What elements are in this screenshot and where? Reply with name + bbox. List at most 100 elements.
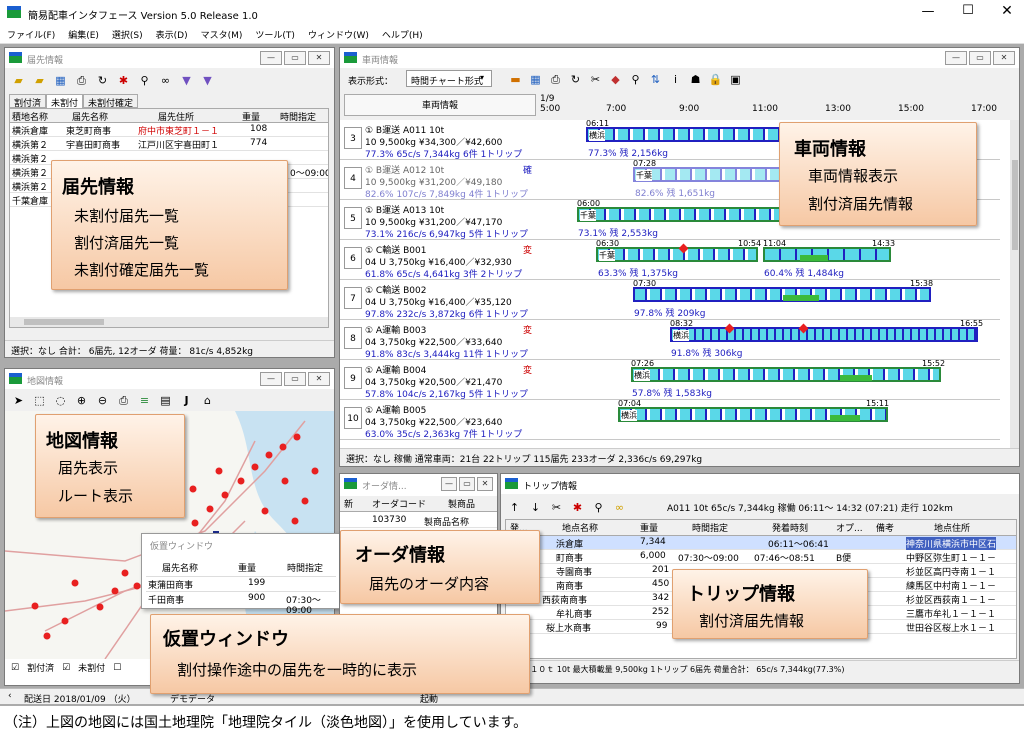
table-row[interactable]: 横浜第２ 宇喜田町商事 江戸川区宇喜田町１ 774 [10,137,328,151]
app-icon [7,6,21,18]
checkbox-other[interactable]: ☐ [113,663,121,673]
close-button[interactable]: ✕ [477,477,493,491]
scroll-left-icon[interactable]: ‹ [8,691,12,701]
menu-select[interactable]: 選択(S) [112,28,143,41]
menu-window[interactable]: ウィンドウ(W) [308,28,369,41]
truck-icon[interactable]: ▬ [508,72,523,87]
zoom-out-icon[interactable]: ⊖ [95,393,110,408]
vehicle-row[interactable]: 7 ① C輸送 B002 04 U 3,750kg ¥16,400／¥35,12… [340,279,1000,320]
menu-file[interactable]: ファイル(F) [7,28,55,41]
print-icon[interactable]: ⎙ [74,73,89,88]
print-icon[interactable]: ⎙ [548,72,563,87]
window-icon [344,52,357,63]
info-icon[interactable]: i [668,72,683,87]
callout-trip: トリップ情報 割付済届先情報 [672,569,868,639]
minimize-button[interactable]: — [945,51,967,65]
search-icon[interactable]: ⚲ [591,500,606,515]
status-date: 配送日 2018/01/09 （火） [24,695,136,705]
menu-help[interactable]: ヘルプ(H) [382,28,423,41]
trip-bar[interactable] [670,327,978,342]
table-icon[interactable]: ▦ [53,73,68,88]
checkbox-unassigned[interactable]: ☑ [62,663,70,673]
close-button[interactable]: ✕ [997,3,1017,19]
home-icon[interactable]: ⌂ [200,393,215,408]
close-button[interactable]: ✕ [308,372,330,386]
vehicle-row[interactable]: 10 ① A運輸 B005 04 3,750kg ¥22,500／¥23,640… [340,399,1000,440]
app-titlebar: 簡易配車インタフェース Version 5.0 Release 1.0 — ☐ … [0,0,1024,26]
time-axis: 5:00 7:00 9:00 11:00 13:00 15:00 17:00 [540,104,997,114]
window-title: 届先情報 [27,56,64,66]
tab-assigned[interactable]: 割付済 [9,94,47,109]
vehicle-row[interactable]: 9 ① A運輸 B004 04 3,750kg ¥20,500／¥21,470 … [340,359,1000,400]
minimize-button[interactable]: — [260,51,282,65]
close-button[interactable]: ✕ [993,51,1015,65]
save-icon[interactable]: ▣ [728,72,743,87]
assign-icon[interactable]: ✱ [570,500,585,515]
minimize-button[interactable]: — [260,372,282,386]
vehicle-header-button[interactable]: 車両情報 [344,94,536,116]
maximize-button[interactable]: ☐ [958,3,978,18]
filter-icon[interactable]: ▼ [179,73,194,88]
vertical-scrollbar[interactable] [1010,120,1019,448]
jump-icon[interactable]: J [179,393,194,408]
search-icon[interactable]: ⚲ [628,72,643,87]
map-checkboxes: ☑ 割付済 ☑ 未割付 ☐ [11,662,122,675]
close-button[interactable]: ✕ [308,51,330,65]
callout-vehicle: 車両情報 車両情報表示 割付済届先情報 [779,122,977,226]
restore-button[interactable]: ▭ [969,51,991,65]
print-icon[interactable]: ⎙ [116,393,131,408]
menu-edit[interactable]: 編集(E) [68,28,99,41]
scissors-icon[interactable]: ✂ [549,500,564,515]
menu-view[interactable]: 表示(D) [156,28,188,41]
trip-bar[interactable] [633,167,801,182]
refresh-icon[interactable]: ↻ [568,72,583,87]
assign-icon[interactable]: ✱ [116,73,131,88]
table-row[interactable]: 横浜倉庫 東芝町商事 府中市東芝町１－１ 108 [10,123,328,137]
people-icon[interactable]: ☗ [688,72,703,87]
route-icon[interactable]: ∞ [612,500,627,515]
window-icon [9,373,22,384]
refresh-icon[interactable]: ↻ [95,73,110,88]
table-row[interactable]: 町商事 6,000 07:30～09:00 07:46～08:51 B便 中野区… [506,550,1016,564]
zoom-in-icon[interactable]: ⊕ [74,393,89,408]
binoculars-icon[interactable]: ∞ [158,73,173,88]
table-icon[interactable]: ▦ [528,72,543,87]
restore-button[interactable]: ▭ [284,51,306,65]
minimize-button[interactable]: — [441,477,457,491]
menu-master[interactable]: マスタ(M) [201,28,243,41]
folder-open-icon[interactable]: ▰ [11,73,26,88]
select-circle-icon[interactable]: ◌ [53,393,68,408]
scissors-icon[interactable]: ✂ [588,72,603,87]
table-row[interactable]: 浜倉庫 7,344 06:11～06:41 神奈川県横浜市中区石 [506,536,1016,550]
search-icon[interactable]: ⚲ [137,73,152,88]
restore-button[interactable]: ▭ [459,477,475,491]
tab-unassigned-confirmed[interactable]: 未割付確定 [83,94,139,109]
vehicle-row[interactable]: 6 ① C輸送 B001 04 U 3,750kg ¥16,400／¥32,93… [340,239,1000,280]
table-row[interactable]: 東蒲田商事 199 [146,576,336,591]
trip-bar[interactable] [633,287,931,302]
arrow-down-icon[interactable]: ↓ [528,500,543,515]
sort-icon[interactable]: ⇅ [648,72,663,87]
folder-icon[interactable]: ▰ [32,73,47,88]
filter2-icon[interactable]: ▼ [200,73,215,88]
arrow-up-icon[interactable]: ↑ [507,500,522,515]
settings-icon[interactable]: ▤ [158,393,173,408]
restore-button[interactable]: ▭ [284,372,306,386]
checkbox-assigned[interactable]: ☑ [11,663,19,673]
table-row[interactable]: 103730 製商品名称 [340,514,497,528]
chevron-down-icon[interactable]: ▾ [480,73,484,82]
select-rect-icon[interactable]: ⬚ [32,393,47,408]
lock-icon[interactable]: 🔒 [708,72,723,87]
trip-bar[interactable] [577,207,790,222]
tab-unassigned[interactable]: 未割付 [46,94,84,109]
pointer-icon[interactable]: ➤ [11,393,26,408]
trip-bar[interactable] [631,367,941,382]
menu-tools[interactable]: ツール(T) [255,28,295,41]
minimize-button[interactable]: — [918,4,938,19]
eraser-icon[interactable]: ◆ [608,72,623,87]
table-row[interactable]: 千田商事 900 07:30～09:00 [146,591,336,616]
vehicle-row[interactable]: 8 ① A運輸 B003 04 3,750kg ¥22,500／¥33,640 … [340,319,1000,360]
layers-icon[interactable]: ≡ [137,393,152,408]
trip-bar[interactable] [596,247,758,262]
horizontal-scrollbar[interactable] [10,317,328,327]
